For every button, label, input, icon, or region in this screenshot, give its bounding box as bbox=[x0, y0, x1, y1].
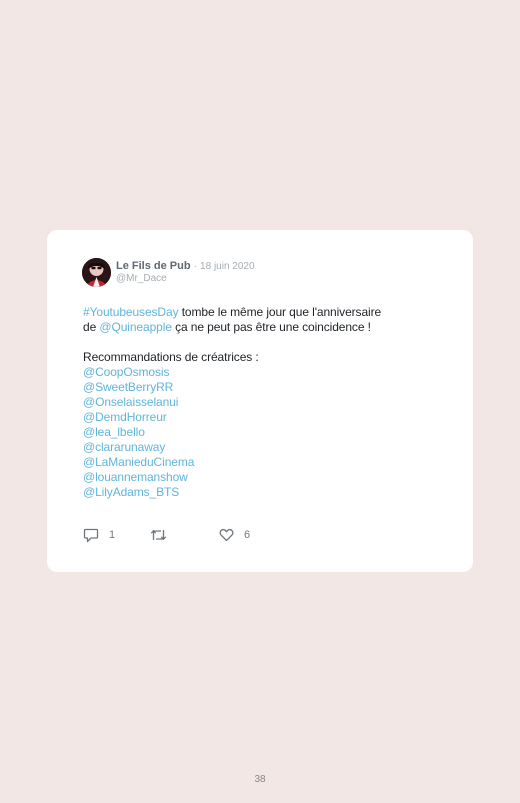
tweet-text-segment: ça ne peut pas être une coincidence ! bbox=[171, 320, 371, 334]
mention-link[interactable]: @Onselaisselanui bbox=[83, 395, 453, 410]
separator-dot: · bbox=[193, 261, 197, 272]
mention-link[interactable]: @CoopOsmosis bbox=[83, 365, 453, 380]
tweet-date[interactable]: 18 juin 2020 bbox=[200, 261, 255, 272]
like-button[interactable]: 6 bbox=[219, 527, 250, 543]
heart-icon bbox=[219, 528, 234, 542]
mention-link[interactable]: @lea_lbello bbox=[83, 425, 453, 440]
mention-link[interactable]: @SweetBerryRR bbox=[83, 380, 453, 395]
author-handle[interactable]: @Mr_Dace bbox=[116, 273, 167, 285]
mention-link[interactable]: @LaManieduCinema bbox=[83, 455, 453, 470]
tweet-line: #YoutubeusesDay tombe le même jour que l… bbox=[83, 305, 453, 320]
like-count: 6 bbox=[244, 529, 251, 541]
mention-link[interactable]: @DemdHorreur bbox=[83, 410, 453, 425]
retweet-button[interactable] bbox=[150, 527, 177, 543]
tweet-text-segment: tombe le même jour que l'anniversaire bbox=[178, 305, 382, 319]
line-break bbox=[83, 335, 453, 350]
hashtag-link[interactable]: #YoutubeusesDay bbox=[83, 305, 179, 319]
reply-count: 1 bbox=[109, 529, 116, 541]
author-name[interactable]: Le Fils de Pub bbox=[116, 260, 191, 272]
tweet-author-line: Le Fils de Pub · 18 juin 2020 bbox=[116, 260, 255, 273]
mention-link[interactable]: @louannemanshow bbox=[83, 470, 453, 485]
tweet-text: #YoutubeusesDay tombe le même jour que l… bbox=[83, 305, 453, 500]
reply-button[interactable]: 1 bbox=[83, 527, 115, 543]
avatar-image bbox=[82, 258, 111, 287]
tweet-actions: 1 6 bbox=[83, 527, 283, 543]
recommendations-heading: Recommandations de créatrices : bbox=[83, 350, 259, 364]
mention-link[interactable]: @Quineapple bbox=[99, 320, 172, 334]
retweet-icon bbox=[150, 529, 167, 541]
tweet-text-segment: de bbox=[83, 320, 100, 334]
tweet-line: de @Quineapple ça ne peut pas être une c… bbox=[83, 320, 453, 335]
avatar[interactable] bbox=[82, 258, 111, 287]
mention-link[interactable]: @clararunaway bbox=[83, 440, 453, 455]
reply-icon bbox=[83, 528, 99, 542]
tweet-card: Le Fils de Pub · 18 juin 2020 @Mr_Dace #… bbox=[47, 230, 473, 572]
mention-link[interactable]: @LilyAdams_BTS bbox=[83, 485, 453, 500]
page-number: 38 bbox=[254, 774, 266, 785]
